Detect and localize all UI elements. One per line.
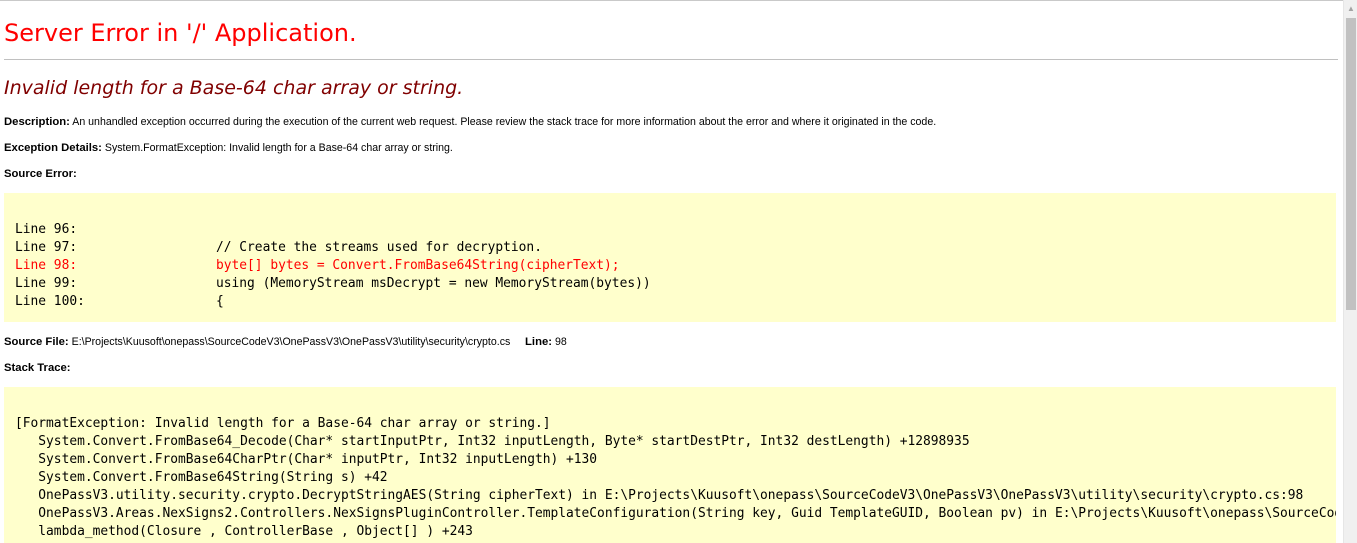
source-line-99: Line 99: using (MemoryStream msDecrypt = … bbox=[15, 275, 1336, 293]
source-error-code: Line 96: Line 97: // Create the streams us… bbox=[4, 193, 1336, 311]
stack-trace-line: System.Convert.FromBase64CharPtr(Char* i… bbox=[15, 452, 598, 467]
description-text: An unhandled exception occurred during t… bbox=[72, 116, 937, 128]
source-line-98-highlighted: Line 98: byte[] bytes = Convert.FromBase6… bbox=[15, 257, 1336, 275]
stack-trace-line: OnePassV3.utility.security.crypto.Decryp… bbox=[15, 488, 1304, 503]
exception-details-line: Exception Details: System.FormatExceptio… bbox=[4, 141, 453, 155]
source-file-path: E:\Projects\Kuusoft\onepass\SourceCodeV3… bbox=[71, 336, 511, 348]
source-line-value: 98 bbox=[554, 336, 567, 348]
stack-trace-line: [FormatException: Invalid length for a B… bbox=[15, 416, 551, 431]
line-number: Line 98: bbox=[15, 258, 78, 273]
source-error-heading: Source Error: bbox=[4, 167, 77, 181]
line-code: byte[] bytes = Convert.FromBase64String(… bbox=[216, 258, 620, 273]
line-code: using (MemoryStream msDecrypt = new Memo… bbox=[216, 276, 651, 291]
source-line-100: Line 100: { bbox=[15, 293, 1336, 311]
exception-details-text: System.FormatException: Invalid length f… bbox=[104, 142, 453, 154]
description-line: Description: An unhandled exception occu… bbox=[4, 115, 936, 129]
source-error-label: Source Error: bbox=[4, 168, 77, 180]
stack-trace-line: System.Convert.FromBase64_Decode(Char* s… bbox=[15, 434, 970, 449]
line-number: Line 100: bbox=[15, 294, 85, 309]
stack-trace-heading: Stack Trace: bbox=[4, 361, 71, 375]
stack-trace-label: Stack Trace: bbox=[4, 362, 71, 374]
stack-trace-code: [FormatException: Invalid length for a B… bbox=[4, 387, 1336, 541]
stack-trace-line: lambda_method(Closure , ControllerBase ,… bbox=[15, 524, 473, 539]
page-title: Server Error in '/' Application. bbox=[4, 19, 357, 47]
error-message: Invalid length for a Base-64 char array … bbox=[4, 77, 464, 99]
line-code: // Create the streams used for decryptio… bbox=[216, 240, 542, 255]
description-label: Description: bbox=[4, 116, 70, 128]
stack-trace-line: System.Convert.FromBase64String(String s… bbox=[15, 470, 388, 485]
source-file-line: Source File: E:\Projects\Kuusoft\onepass… bbox=[4, 335, 567, 349]
line-code: { bbox=[216, 294, 224, 309]
error-page: Server Error in '/' Application. Invalid… bbox=[0, 0, 1343, 543]
scroll-up-arrow-icon[interactable]: ▲ bbox=[1344, 2, 1357, 16]
stack-trace-line: OnePassV3.Areas.NexSigns2.Controllers.Ne… bbox=[38, 506, 1336, 521]
line-number: Line 99: bbox=[15, 276, 78, 291]
exception-details-label: Exception Details: bbox=[4, 142, 102, 154]
source-line-97: Line 97: // Create the streams used for d… bbox=[15, 239, 1336, 257]
source-file-label: Source File: bbox=[4, 336, 69, 348]
source-error-box[interactable]: Line 96: Line 97: // Create the streams us… bbox=[4, 193, 1336, 322]
scrollbar-thumb[interactable] bbox=[1346, 18, 1356, 310]
stack-trace-box[interactable]: [FormatException: Invalid length for a B… bbox=[4, 387, 1336, 543]
vertical-scrollbar[interactable]: ▲ bbox=[1343, 0, 1357, 543]
source-line-label: Line: bbox=[525, 336, 553, 348]
line-number: Line 97: bbox=[15, 240, 78, 255]
source-line-96: Line 96: bbox=[15, 221, 1336, 239]
line-number: Line 96: bbox=[15, 222, 78, 237]
title-divider bbox=[4, 59, 1338, 60]
